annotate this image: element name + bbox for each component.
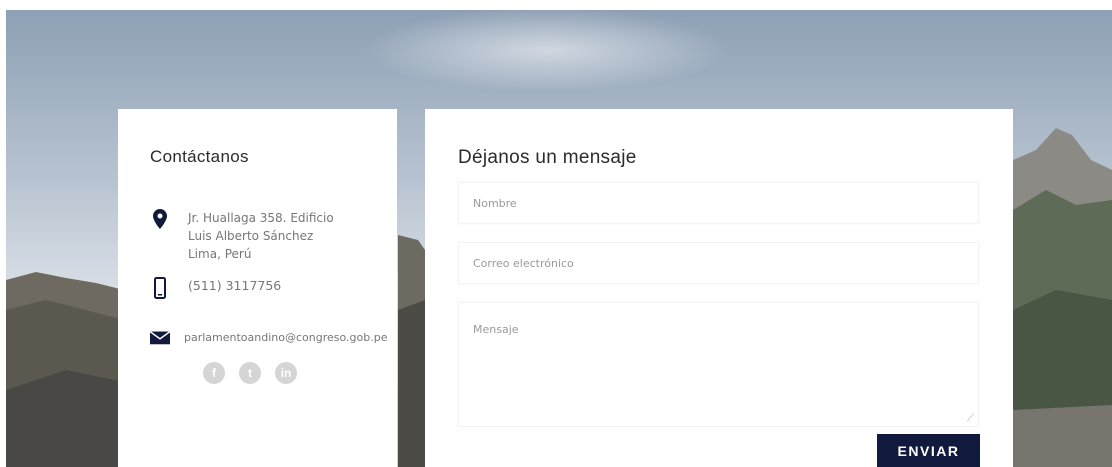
message-form-card: Déjanos un mensaje Nombre Correo electró… — [425, 109, 1013, 467]
form-title: Déjanos un mensaje — [458, 147, 637, 168]
address-text: Jr. Huallaga 358. Edificio Luis Alberto … — [188, 209, 334, 263]
contact-title: Contáctanos — [150, 147, 249, 166]
envelope-icon — [150, 329, 170, 345]
phone-text: (511) 3117756 — [188, 278, 282, 293]
address-line-2: Luis Alberto Sánchez — [188, 229, 314, 243]
map-pin-icon — [150, 209, 170, 229]
twitter-icon[interactable]: t — [239, 362, 261, 384]
mobile-phone-icon — [150, 277, 170, 299]
name-input[interactable]: Nombre — [458, 182, 979, 224]
address-line-1: Jr. Huallaga 358. Edificio — [188, 211, 334, 225]
contact-card: Contáctanos Jr. Huallaga 358. Edificio L… — [118, 109, 397, 467]
address-line-3: Lima, Perú — [188, 247, 252, 261]
email-row: parlamentoandino@congreso.gob.pe — [150, 329, 387, 347]
resize-handle-icon[interactable]: ⟋ — [967, 413, 974, 424]
address-row: Jr. Huallaga 358. Edificio Luis Alberto … — [150, 209, 334, 263]
phone-row: (511) 3117756 — [150, 277, 281, 299]
linkedin-icon[interactable]: in — [275, 362, 297, 384]
email-input[interactable]: Correo electrónico — [458, 242, 979, 284]
message-textarea[interactable]: Mensaje ⟋ — [458, 302, 979, 427]
facebook-icon[interactable]: f — [203, 362, 225, 384]
message-placeholder: Mensaje — [473, 323, 519, 336]
social-links: f t in — [203, 362, 297, 384]
send-button[interactable]: ENVIAR — [877, 434, 980, 467]
email-text[interactable]: parlamentoandino@congreso.gob.pe — [184, 329, 387, 347]
